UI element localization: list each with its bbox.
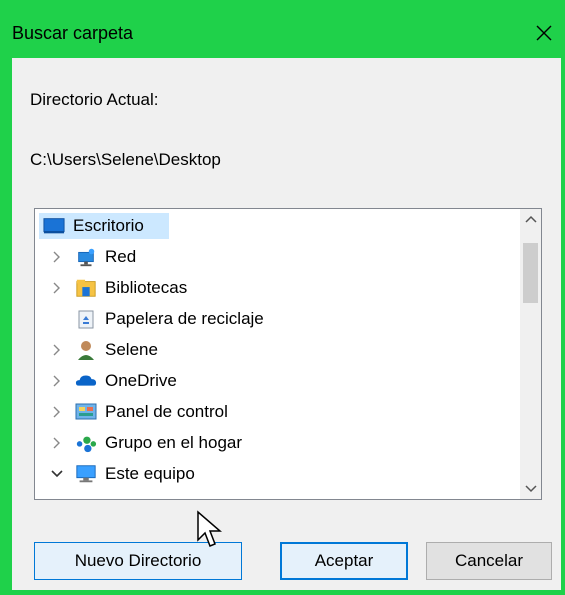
tree-item-label: Bibliotecas [105, 278, 188, 297]
network-icon [75, 246, 97, 268]
chevron-right-icon[interactable] [49, 404, 65, 420]
desktop-icon [43, 215, 65, 237]
homegroup-icon [75, 432, 97, 454]
title-bar[interactable]: Buscar carpeta [12, 8, 561, 58]
control-panel-icon [75, 401, 97, 423]
vertical-scrollbar[interactable] [520, 209, 541, 499]
tree-item-este-equipo[interactable]: Este equipo [35, 459, 521, 489]
cancel-button[interactable]: Cancelar [426, 542, 552, 580]
mouse-cursor-icon [197, 510, 222, 547]
tree-item-onedrive[interactable]: OneDrive [35, 366, 521, 396]
dialog-body: Directorio Actual: C:\Users\Selene\Deskt… [12, 58, 561, 590]
close-button[interactable] [529, 18, 559, 48]
tree-item-label: Red [105, 247, 137, 266]
chevron-down-icon[interactable] [49, 466, 65, 482]
tree-item-label: Papelera de reciclaje [105, 309, 264, 328]
chevron-down-icon [524, 485, 537, 493]
tree-item-selene[interactable]: Selene [35, 335, 521, 365]
window-title: Buscar carpeta [12, 23, 134, 43]
tree-item-red[interactable]: Red [35, 242, 521, 272]
chevron-right-icon[interactable] [49, 249, 65, 265]
tree-item-papelera[interactable]: Papelera de reciclaje [35, 304, 521, 334]
ok-button[interactable]: Aceptar [280, 542, 408, 580]
libraries-icon [75, 277, 97, 299]
tree-item-label: OneDrive [105, 371, 177, 390]
current-directory-path: C:\Users\Selene\Desktop [30, 150, 221, 169]
chevron-right-icon[interactable] [49, 342, 65, 358]
user-icon [75, 339, 97, 361]
folder-tree-items: Escritorio Red Bibliotecas Papelera de r… [35, 209, 521, 499]
chevron-up-icon [524, 215, 537, 223]
tree-item-label: Escritorio [73, 216, 144, 235]
chevron-right-icon[interactable] [49, 435, 65, 451]
computer-icon [75, 463, 97, 485]
chevron-right-icon[interactable] [49, 373, 65, 389]
tree-item-bibliotecas[interactable]: Bibliotecas [35, 273, 521, 303]
tree-item-label: Este equipo [105, 464, 195, 483]
scroll-down-button[interactable] [520, 479, 541, 499]
scroll-up-button[interactable] [520, 209, 541, 229]
tree-item-panel-de-control[interactable]: Panel de control [35, 397, 521, 427]
browse-folder-dialog: Buscar carpeta Directorio Actual: C:\Use… [0, 0, 565, 595]
folder-tree[interactable]: Escritorio Red Bibliotecas Papelera de r… [34, 208, 542, 500]
scroll-thumb[interactable] [523, 243, 538, 303]
chevron-right-icon[interactable] [49, 280, 65, 296]
tree-item-escritorio[interactable]: Escritorio [35, 211, 521, 241]
onedrive-icon [75, 370, 97, 392]
tree-item-grupo-en-el-hogar[interactable]: Grupo en el hogar [35, 428, 521, 458]
recycle-bin-icon [75, 308, 97, 330]
tree-item-label: Grupo en el hogar [105, 433, 243, 452]
tree-item-label: Panel de control [105, 402, 228, 421]
current-directory-label: Directorio Actual: [30, 90, 159, 109]
tree-item-label: Selene [105, 340, 158, 359]
close-icon [536, 25, 552, 41]
